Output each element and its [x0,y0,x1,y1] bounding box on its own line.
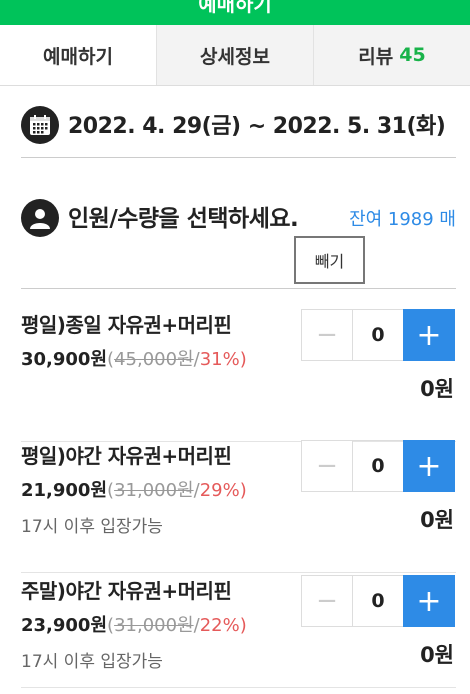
quantity-selection-header: 인원/수량을 선택하세요. 잔여 1989 매 빼기 [21,199,456,289]
remaining-count: 잔여 1989 매 [349,209,456,230]
tab-booking[interactable]: 예매하기 [0,25,156,85]
quantity-value[interactable]: 0 [353,310,403,360]
person-icon [21,199,59,237]
decrease-button[interactable]: − [302,310,353,360]
ticket-price: 23,900원 [21,615,108,636]
review-count: 45 [399,44,426,66]
minus-icon: − [316,320,338,350]
decrease-button[interactable]: − [302,441,353,491]
plus-icon: + [416,448,442,484]
quantity-stepper: − 0 + [301,309,455,361]
selection-title: 인원/수량을 선택하세요. [68,206,299,232]
ticket-original-price: 45,000원 [114,349,194,370]
decrease-button[interactable]: − [302,576,353,626]
ticket-note: 17시 이후 입장가능 [21,652,163,672]
ticket-name: 평일)종일 자유권+머리핀 [21,313,232,337]
ticket-item: 평일)야간 자유권+머리핀 21,900원(31,000원/29%) 17시 이… [21,440,456,573]
ticket-total: 0원 [420,377,454,401]
quantity-stepper: − 0 + [301,575,455,627]
tab-details[interactable]: 상세정보 [156,25,313,85]
ticket-price: 30,900원 [21,349,108,370]
ticket-note: 17시 이후 입장가능 [21,517,163,537]
increase-button[interactable]: + [403,309,455,361]
tab-reviews[interactable]: 리뷰 45 [313,25,470,85]
calendar-icon [21,106,59,144]
tab-details-label: 상세정보 [200,45,270,68]
ticket-price-line: 30,900원(45,000원/31%) [21,349,247,370]
plus-icon: + [416,317,442,353]
quantity-stepper: − 0 + [301,440,455,492]
ticket-discount: 31% [199,349,240,370]
quantity-value[interactable]: 0 [353,576,403,626]
minus-icon: − [316,586,338,616]
tab-bar: 예매하기 상세정보 리뷰 45 [0,25,470,86]
quantity-value[interactable]: 0 [353,441,403,491]
ticket-name: 주말)야간 자유권+머리핀 [21,579,232,603]
ticket-original-price: 31,000원 [114,615,194,636]
tab-reviews-label: 리뷰 [358,45,394,68]
date-range-text: 2022. 4. 29(금) ~ 2022. 5. 31(화) [68,114,446,139]
ticket-original-price: 31,000원 [114,480,194,501]
increase-button[interactable]: + [403,440,455,492]
ticket-name: 평일)야간 자유권+머리핀 [21,444,232,468]
date-range-row: 2022. 4. 29(금) ~ 2022. 5. 31(화) [21,106,456,158]
subtract-button[interactable]: 빼기 [294,236,365,284]
ticket-item: 평일)종일 자유권+머리핀 30,900원(45,000원/31%) − 0 +… [21,309,456,442]
increase-button[interactable]: + [403,575,455,627]
ticket-item: 주말)야간 자유권+머리핀 23,900원(31,000원/22%) 17시 이… [21,575,456,688]
ticket-discount: 22% [199,615,240,636]
ticket-price-line: 23,900원(31,000원/22%) [21,615,247,636]
ticket-discount: 29% [199,480,240,501]
header-title: 예매하기 [198,0,272,16]
plus-icon: + [416,583,442,619]
ticket-total: 0원 [420,643,454,667]
minus-icon: − [316,451,338,481]
tab-booking-label: 예매하기 [43,45,113,68]
ticket-price-line: 21,900원(31,000원/29%) [21,480,247,501]
ticket-price: 21,900원 [21,480,108,501]
ticket-total: 0원 [420,508,454,532]
top-header-bar: 예매하기 [0,0,470,25]
